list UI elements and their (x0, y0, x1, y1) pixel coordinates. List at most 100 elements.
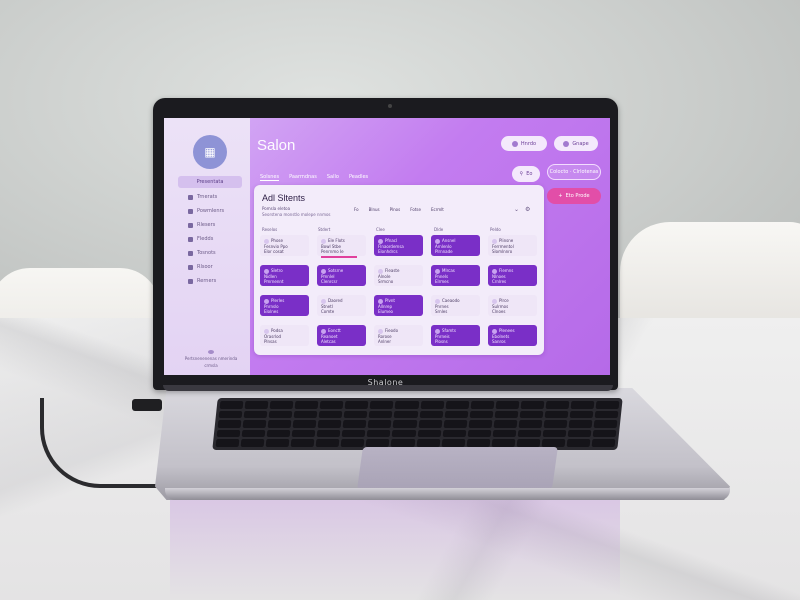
appointment-cell[interactable]: Pfnacl Flnaordemsa Elonhdrcs (374, 235, 423, 256)
keyboard-key[interactable] (495, 401, 520, 409)
keyboard-key[interactable] (442, 429, 467, 438)
keyboard-key[interactable] (240, 439, 265, 447)
keyboard-key[interactable] (517, 429, 542, 438)
keyboard-key[interactable] (441, 439, 466, 447)
keyboard-key[interactable] (492, 429, 517, 438)
keyboard-key[interactable] (419, 410, 443, 419)
trackpad[interactable] (357, 447, 558, 489)
keyboard-key[interactable] (293, 410, 318, 419)
keyboard-key[interactable] (469, 410, 494, 419)
appointment-cell[interactable]: Mlrcas Pnnels Elrmes (431, 265, 480, 286)
appointment-cell[interactable]: Plenees Ebolnets Sanros (488, 325, 537, 346)
keyboard-key[interactable] (493, 420, 518, 428)
profile-button[interactable]: Gnape (554, 136, 598, 151)
notifications-button[interactable]: Hnrdo (501, 136, 547, 151)
keyboard-key[interactable] (567, 429, 592, 438)
keyboard-key[interactable] (519, 410, 544, 419)
keyboard-key[interactable] (366, 429, 391, 438)
appointment-cell[interactable]: Sotsrne Pmnlel Clenrcsr (317, 265, 366, 286)
appointment-cell[interactable]: Caeaodo Pnrnes Srnles (431, 295, 480, 316)
keyboard-key[interactable] (592, 429, 617, 438)
tab-3[interactable]: Sallo (327, 174, 339, 181)
keyboard-key[interactable] (242, 420, 267, 428)
filter-option[interactable]: Ecrmlt (431, 207, 444, 212)
appointment-cell[interactable]: Sletro Nidlen Pmrnennt (260, 265, 309, 286)
keyboard-key[interactable] (269, 401, 294, 409)
keyboard-key[interactable] (491, 439, 516, 447)
add-profile-button[interactable]: + Eto Prode (547, 188, 601, 204)
keyboard-key[interactable] (265, 439, 290, 447)
keyboard-key[interactable] (368, 410, 393, 419)
appointment-cell[interactable]: Plerles Pnrnslo Elolnes (260, 295, 309, 316)
filter-option[interactable]: Plnos (390, 207, 401, 212)
appointment-cell[interactable]: Daored Stnetl Comte (317, 295, 366, 316)
keyboard-key[interactable] (340, 439, 365, 447)
appointment-cell[interactable]: Plvnt Allnrep Elumeo (374, 295, 423, 316)
appointment-cell[interactable]: Podsa Orasrlod Plnsas (260, 325, 309, 346)
keyboard-key[interactable] (444, 410, 469, 419)
keyboard-key[interactable] (593, 420, 618, 428)
keyboard-key[interactable] (520, 401, 545, 409)
keyboard-key[interactable] (342, 420, 367, 428)
keyboard-key[interactable] (315, 439, 340, 447)
keyboard-key[interactable] (467, 429, 492, 438)
keyboard-key[interactable] (343, 410, 368, 419)
keyboard-key[interactable] (543, 420, 568, 428)
keyboard-key[interactable] (217, 420, 242, 428)
keyboard-key[interactable] (544, 410, 569, 419)
appointment-cell[interactable]: Plinsne Ferrmentol Slomlnnro (488, 235, 537, 256)
keyboard-key[interactable] (542, 429, 567, 438)
keyboard-key[interactable] (367, 420, 392, 428)
keyboard-key[interactable] (445, 401, 470, 409)
sidebar-item-7[interactable]: Rerners (188, 276, 244, 286)
keyboard-key[interactable] (516, 439, 541, 447)
calendar-icon[interactable]: ▦ (193, 135, 227, 169)
keyboard-key[interactable] (569, 410, 594, 419)
keyboard-key[interactable] (392, 429, 416, 438)
appointment-cell[interactable]: Flemns Nlnoes Crnlres (488, 265, 537, 286)
tab-2[interactable]: Paarmdnas (289, 174, 317, 181)
keyboard-key[interactable] (319, 401, 344, 409)
filter-option[interactable]: Fo (354, 207, 359, 212)
keyboard-key[interactable] (468, 420, 493, 428)
keyboard-key[interactable] (420, 401, 444, 409)
keyboard-key[interactable] (443, 420, 468, 428)
keyboard-key[interactable] (341, 429, 366, 438)
search-button[interactable]: Colocto · Clrlotenas (547, 164, 601, 180)
keyboard-key[interactable] (216, 429, 241, 438)
tab-4[interactable]: Peadles (349, 174, 368, 181)
appointment-cell[interactable]: Fleaste Alnole Srmcno (374, 265, 423, 286)
keyboard-key[interactable] (595, 401, 620, 409)
keyboard-key[interactable] (318, 410, 343, 419)
appointment-cell[interactable]: Phose Fesnvio Ppo Elor cosat (260, 235, 309, 256)
keyboard-key[interactable] (244, 401, 269, 409)
appointment-cell[interactable]: Fieodo Rorose Anlner (374, 325, 423, 346)
keyboard-key[interactable] (291, 429, 316, 438)
keyboard-key[interactable] (391, 439, 415, 447)
appointment-cell[interactable]: Eonctt Reanoet Aletcas (317, 325, 366, 346)
keyboard-key[interactable] (418, 420, 442, 428)
keyboard-key[interactable] (317, 420, 342, 428)
filter-option[interactable]: Fotse (410, 207, 421, 212)
sidebar-item-3[interactable]: Rlesers (188, 220, 244, 230)
keyboard-key[interactable] (393, 420, 417, 428)
keyboard-key[interactable] (416, 439, 440, 447)
keyboard-key[interactable] (494, 410, 519, 419)
sidebar-item-1[interactable]: Trnerats (188, 192, 244, 202)
keyboard-key[interactable] (594, 410, 619, 419)
tab-1[interactable]: Solsnes (260, 174, 280, 181)
keyboard-key[interactable] (290, 439, 315, 447)
keyboard-key[interactable] (369, 401, 394, 409)
keyboard-key[interactable] (267, 420, 292, 428)
keyboard-key[interactable] (466, 439, 491, 447)
keyboard-key[interactable] (215, 439, 240, 447)
keyboard-key[interactable] (518, 420, 543, 428)
appointment-cell[interactable]: Ansnel Arnlenlo Plrnnade (431, 235, 480, 256)
keyboard-key[interactable] (266, 429, 291, 438)
appointment-cell[interactable]: Ele Flots Bowl Stbe Penrnmo Ie (317, 235, 366, 258)
keyboard-key[interactable] (566, 439, 591, 447)
keyboard-key[interactable] (395, 401, 419, 409)
keyboard-key[interactable] (243, 410, 268, 419)
keyboard-key[interactable] (316, 429, 341, 438)
filter-button[interactable]: ⚲ Eo (512, 166, 540, 182)
